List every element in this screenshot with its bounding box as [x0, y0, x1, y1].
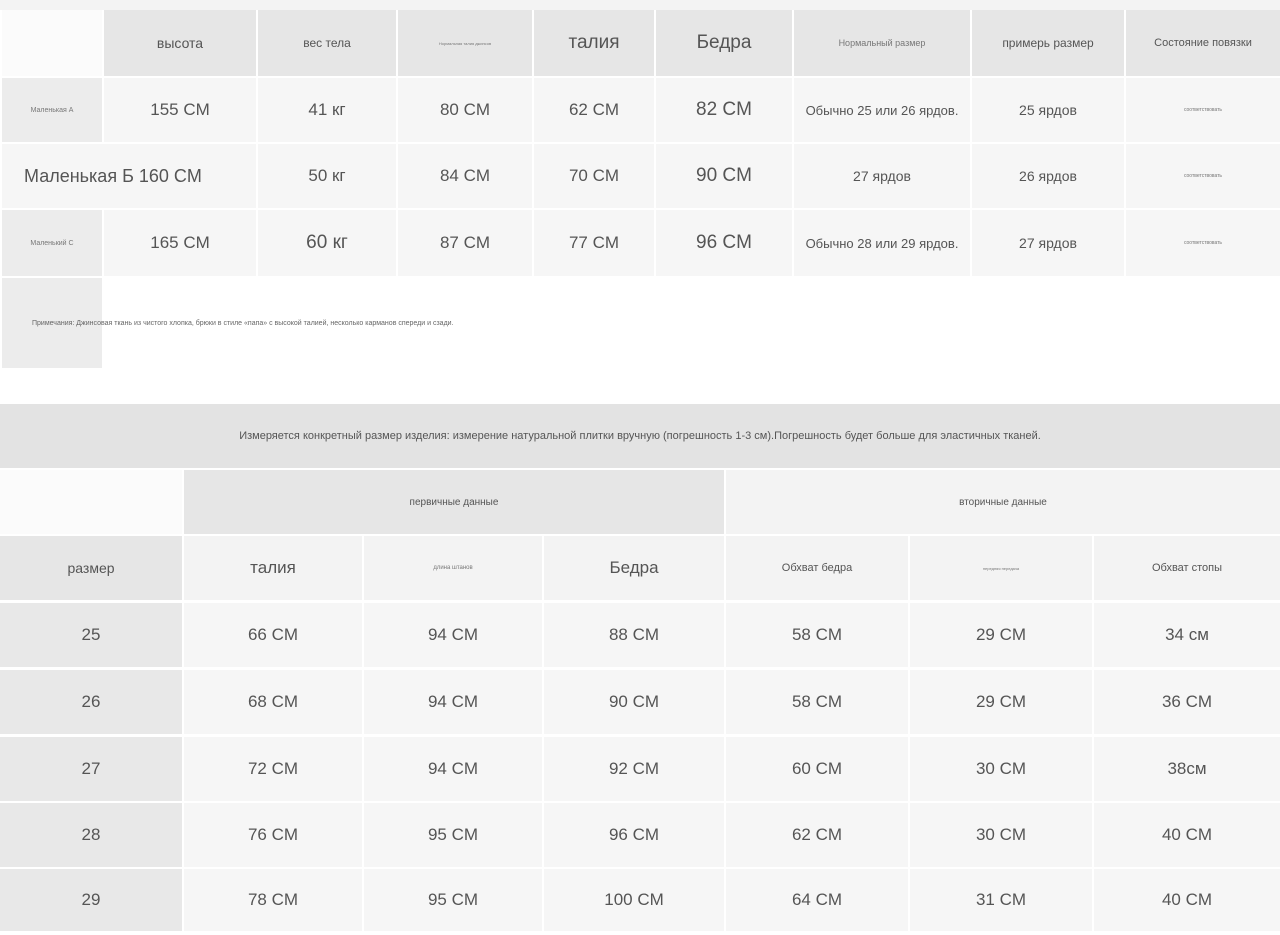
size-row-2-thigh: 58 CM [726, 670, 908, 734]
header2-pants-length: длина штанов [364, 536, 542, 600]
size-row-5-front-rise: 31 CM [910, 869, 1092, 931]
size-row-3-hips: 92 CM [544, 737, 724, 801]
size-row-1-foot: 34 см [1094, 603, 1280, 667]
row-b-weight: 50 кг [258, 144, 396, 208]
row-b-bandage: соответствовать [1126, 144, 1280, 208]
header2-front-rise: передняя передача [910, 536, 1092, 600]
size-row-3-front-rise: 30 CM [910, 737, 1092, 801]
size-row-3-pants-length: 94 CM [364, 737, 542, 801]
size-row-5-pants-length: 95 CM [364, 869, 542, 931]
size-row-4-thigh: 62 CM [726, 803, 908, 867]
row-b-waist: 70 CM [534, 144, 654, 208]
header2-thigh: Обхват бедра [726, 536, 908, 600]
size-row-4-front-rise: 30 CM [910, 803, 1092, 867]
size-row-1-hips: 88 CM [544, 603, 724, 667]
header-height: высота [104, 10, 256, 76]
size-row-2-pants-length: 94 CM [364, 670, 542, 734]
row-a-height: 155 CM [104, 78, 256, 142]
size-row-2-foot: 36 CM [1094, 670, 1280, 734]
row-a-hips: 82 CM [656, 78, 792, 142]
row-c-try-size: 27 ярдов [972, 210, 1124, 276]
banner: Измеряется конкретный размер изделия: из… [0, 404, 1280, 468]
row-c-bandage: соответствовать [1126, 210, 1280, 276]
size-row-4-pants-length: 95 CM [364, 803, 542, 867]
row-b-label: Маленькая Б 160 CM [2, 144, 256, 208]
notes-wrap: Примечания: Джинсовая ткань из чистого х… [20, 278, 1278, 368]
row-c-normal-size: Обычно 28 или 29 ярдов. [794, 210, 970, 276]
size-row-1-thigh: 58 CM [726, 603, 908, 667]
top-strip [0, 0, 1280, 10]
row-c-jeans-waist: 87 CM [398, 210, 532, 276]
header-bandage-state: Состояние повязки [1126, 10, 1280, 76]
size-row-2-size: 26 [0, 670, 182, 734]
header-size: размер [0, 536, 182, 600]
size-row-1-front-rise: 29 CM [910, 603, 1092, 667]
group-corner [0, 470, 182, 534]
group-primary: первичные данные [184, 470, 724, 534]
size-row-5-waist: 78 CM [184, 869, 362, 931]
header-jeans-waist: Нормальная талия джинсов [398, 10, 532, 76]
size-row-3-waist: 72 CM [184, 737, 362, 801]
size-row-3-thigh: 60 CM [726, 737, 908, 801]
header2-hips: Бедра [544, 536, 724, 600]
size-row-3-foot: 38см [1094, 737, 1280, 801]
row-a-waist: 62 CM [534, 78, 654, 142]
row-a-try-size: 25 ярдов [972, 78, 1124, 142]
size-row-4-foot: 40 CM [1094, 803, 1280, 867]
header-try-size: примерь размер [972, 10, 1124, 76]
row-a-weight: 41 кг [258, 78, 396, 142]
banner-text: Измеряется конкретный размер изделия: из… [239, 430, 1041, 442]
row-c-weight: 60 кг [258, 210, 396, 276]
row-b-jeans-waist: 84 CM [398, 144, 532, 208]
row-a-jeans-waist: 80 CM [398, 78, 532, 142]
size-row-1-pants-length: 94 CM [364, 603, 542, 667]
row-c-hips: 96 CM [656, 210, 792, 276]
row-c-label: Маленький С [2, 210, 102, 276]
row-b-normal-size: 27 ярдов [794, 144, 970, 208]
header-waist: талия [534, 10, 654, 76]
size-row-1-waist: 66 CM [184, 603, 362, 667]
header-weight: вес тела [258, 10, 396, 76]
size-row-5-thigh: 64 CM [726, 869, 908, 931]
header2-waist: талия [184, 536, 362, 600]
size-row-2-waist: 68 CM [184, 670, 362, 734]
row-c-height: 165 CM [104, 210, 256, 276]
size-row-5-size: 29 [0, 869, 182, 931]
header-hips: Бедра [656, 10, 792, 76]
header2-foot: Обхват стопы [1094, 536, 1280, 600]
row-a-bandage: соответствовать [1126, 78, 1280, 142]
size-row-4-waist: 76 CM [184, 803, 362, 867]
size-row-1-size: 25 [0, 603, 182, 667]
size-row-5-hips: 100 CM [544, 869, 724, 931]
size-row-4-size: 28 [0, 803, 182, 867]
size-row-5-foot: 40 CM [1094, 869, 1280, 931]
row-c-waist: 77 CM [534, 210, 654, 276]
row-a-normal-size: Обычно 25 или 26 ярдов. [794, 78, 970, 142]
size-row-2-front-rise: 29 CM [910, 670, 1092, 734]
header-normal-size: Нормальный размер [794, 10, 970, 76]
notes-text: Примечания: Джинсовая ткань из чистого х… [32, 319, 454, 327]
size-row-2-hips: 90 CM [544, 670, 724, 734]
size-row-3-size: 27 [0, 737, 182, 801]
row-a-label: Маленькая А [2, 78, 102, 142]
size-row-4-hips: 96 CM [544, 803, 724, 867]
group-secondary: вторичные данные [726, 470, 1280, 534]
row-b-hips: 90 CM [656, 144, 792, 208]
header-corner [2, 10, 102, 76]
row-b-try-size: 26 ярдов [972, 144, 1124, 208]
